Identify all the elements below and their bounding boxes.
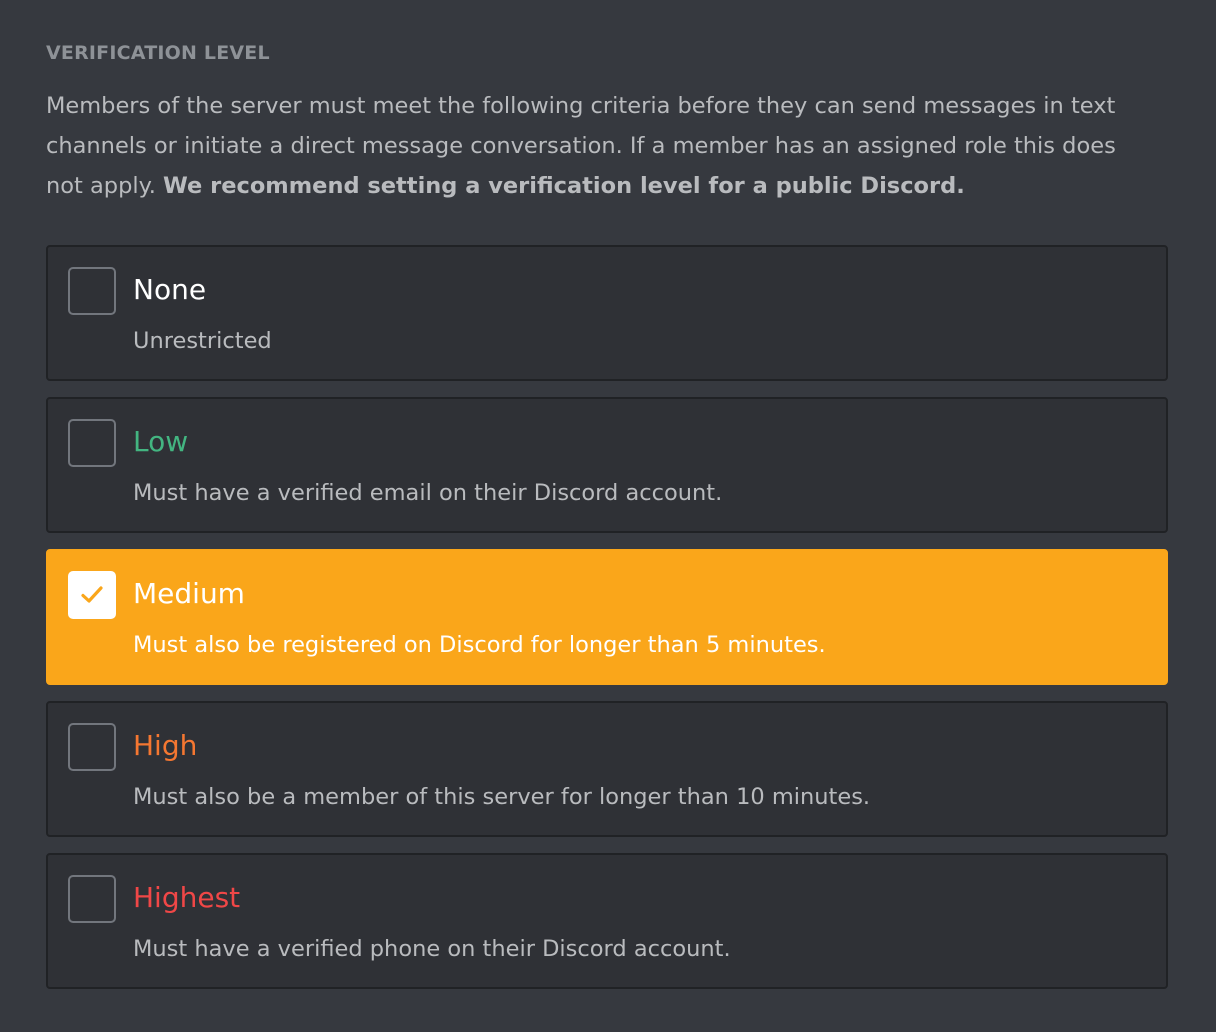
checkbox[interactable] bbox=[68, 723, 116, 771]
option-high[interactable]: High Must also be a member of this serve… bbox=[46, 701, 1168, 837]
option-label: Highest bbox=[133, 881, 241, 914]
option-description: Must also be a member of this server for… bbox=[133, 784, 871, 810]
checkbox[interactable] bbox=[68, 267, 116, 315]
checkmark-icon bbox=[81, 586, 103, 603]
option-medium[interactable]: Medium Must also be registered on Discor… bbox=[46, 549, 1168, 685]
option-highest[interactable]: Highest Must have a verified phone on th… bbox=[46, 853, 1168, 989]
option-label: None bbox=[133, 273, 207, 306]
option-none[interactable]: None Unrestricted bbox=[46, 245, 1168, 381]
verification-options: None Unrestricted Low Must have a verifi… bbox=[46, 245, 1168, 1005]
section-description: Members of the server must meet the foll… bbox=[46, 86, 1156, 206]
recommendation-text: We recommend setting a verification leve… bbox=[163, 173, 965, 199]
option-label: Medium bbox=[133, 577, 245, 610]
option-label: Low bbox=[133, 425, 189, 458]
checkbox[interactable] bbox=[68, 875, 116, 923]
option-label: High bbox=[133, 729, 198, 762]
section-title: VERIFICATION LEVEL bbox=[46, 42, 270, 64]
option-description: Must have a verified email on their Disc… bbox=[133, 480, 723, 506]
checkbox[interactable] bbox=[68, 419, 116, 467]
checkbox[interactable] bbox=[68, 571, 116, 619]
option-description: Must also be registered on Discord for l… bbox=[133, 632, 826, 658]
option-low[interactable]: Low Must have a verified email on their … bbox=[46, 397, 1168, 533]
option-description: Unrestricted bbox=[133, 328, 272, 354]
verification-level-settings: VERIFICATION LEVEL Members of the server… bbox=[0, 0, 1216, 1032]
option-description: Must have a verified phone on their Disc… bbox=[133, 936, 731, 962]
